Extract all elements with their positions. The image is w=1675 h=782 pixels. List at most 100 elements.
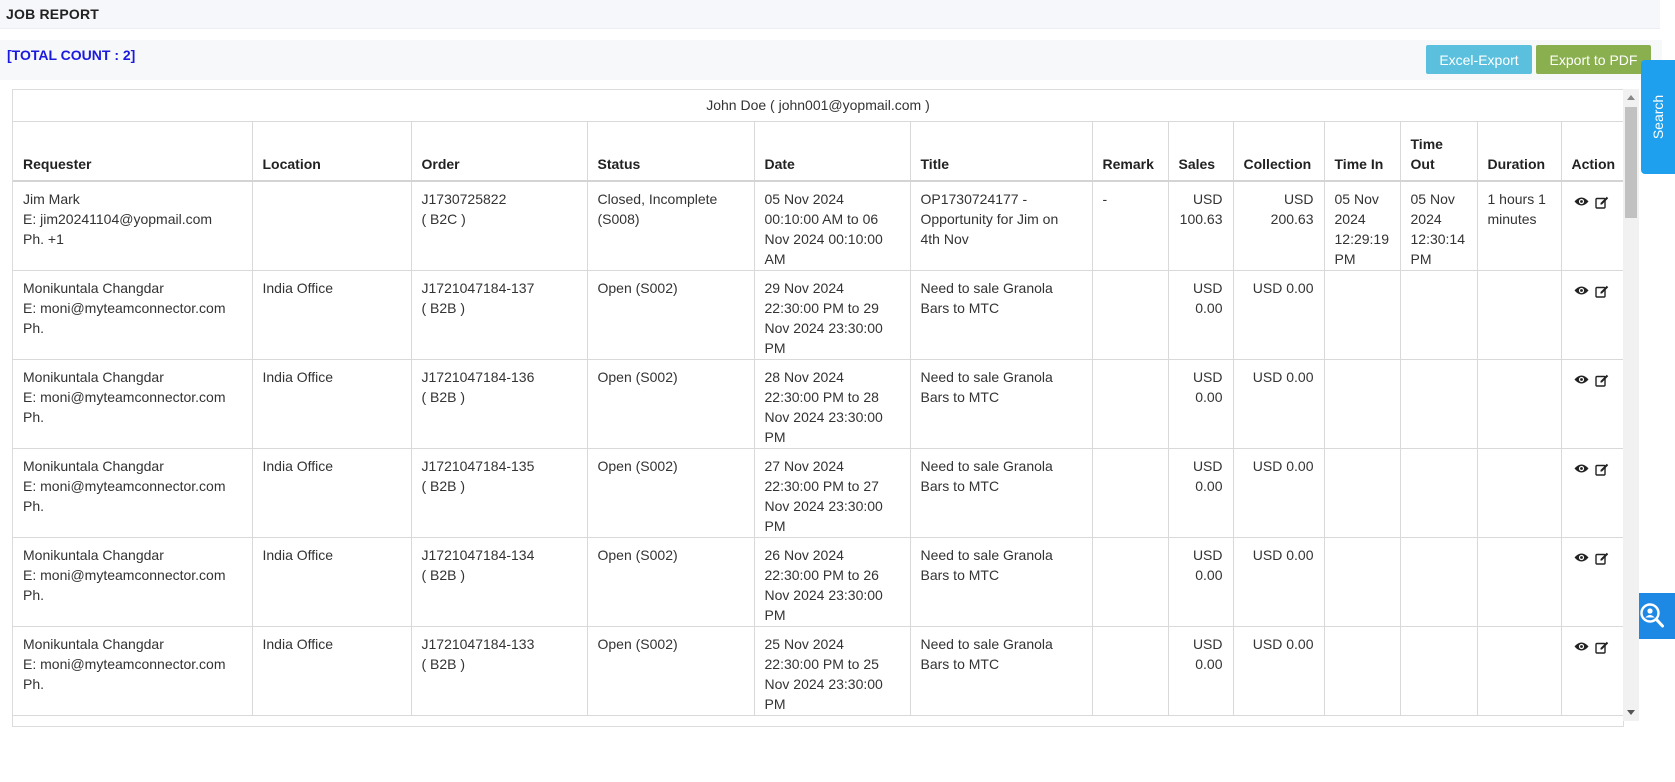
count-bar <box>0 40 1662 80</box>
collection-cell: USD 200.63 <box>1233 181 1325 271</box>
order-cell: J1730725822 ( B2C ) <box>411 181 588 271</box>
edit-icon[interactable] <box>1594 196 1609 209</box>
requester-cell: Monikuntala Changdar E: moni@myteamconne… <box>13 448 253 538</box>
time-in-cell: 05 Nov 2024 12:29:19 PM <box>1324 181 1401 271</box>
column-header[interactable]: Location <box>252 122 412 182</box>
title-cell: OP1730724177 - Opportunity for Jim on 4t… <box>910 181 1093 271</box>
duration-cell: 1 hours 1 minutes <box>1477 181 1562 271</box>
column-header[interactable]: Date <box>754 122 911 182</box>
action-cell <box>1561 626 1623 716</box>
requester-name: Monikuntala Changdar <box>23 636 164 652</box>
requester-phone: Ph. +1 <box>23 231 64 247</box>
job-report-table-container: John Doe ( john001@yopmail.com ) Request… <box>12 89 1624 727</box>
order-id: J1721047184-137 <box>421 280 535 296</box>
table-row: Monikuntala Changdar E: moni@myteamconne… <box>13 626 1623 716</box>
title-cell: Need to sale Granola Bars to MTC <box>910 537 1093 627</box>
remark-cell <box>1092 537 1169 627</box>
action-cell <box>1561 537 1623 627</box>
scroll-thumb[interactable] <box>1625 107 1637 218</box>
status-cell: Open (S002) <box>587 537 755 627</box>
date-cell: 26 Nov 2024 22:30:00 PM to 26 Nov 2024 2… <box>754 537 911 627</box>
column-header[interactable]: Collection <box>1233 122 1325 182</box>
order-type: ( B2B ) <box>421 567 466 583</box>
time-out-cell <box>1400 626 1478 716</box>
requester-cell: Jim Mark E: jim20241104@yopmail.com Ph. … <box>13 181 253 271</box>
duration-cell <box>1477 359 1562 449</box>
requester-phone: Ph. <box>23 498 45 514</box>
duration-cell <box>1477 626 1562 716</box>
status-cell: Open (S002) <box>587 270 755 360</box>
time-in-cell <box>1324 626 1401 716</box>
excel-export-button[interactable]: Excel-Export <box>1426 45 1532 74</box>
time-out-cell <box>1400 448 1478 538</box>
requester-cell: Monikuntala Changdar E: moni@myteamconne… <box>13 626 253 716</box>
duration-cell <box>1477 448 1562 538</box>
edit-icon[interactable] <box>1594 374 1609 387</box>
column-header[interactable]: Title <box>910 122 1093 182</box>
column-header[interactable]: Requester <box>13 122 253 182</box>
title-cell: Need to sale Granola Bars to MTC <box>910 359 1093 449</box>
requester-cell: Monikuntala Changdar E: moni@myteamconne… <box>13 270 253 360</box>
requester-email: E: moni@myteamconnector.com <box>23 389 226 405</box>
column-header[interactable]: Time In <box>1324 122 1401 182</box>
requester-email: E: moni@myteamconnector.com <box>23 478 226 494</box>
requester-email: E: moni@myteamconnector.com <box>23 300 226 316</box>
status-cell: Open (S002) <box>587 359 755 449</box>
edit-icon[interactable] <box>1594 285 1609 298</box>
search-side-tab[interactable]: Search <box>1641 60 1675 174</box>
scroll-up-arrow-icon[interactable] <box>1627 95 1635 100</box>
table-row: Monikuntala Changdar E: moni@myteamconne… <box>13 270 1623 360</box>
status-cell: Open (S002) <box>587 626 755 716</box>
order-id: J1721047184-136 <box>421 369 535 385</box>
collection-cell: USD 0.00 <box>1233 626 1325 716</box>
order-id: J1730725822 <box>421 191 507 207</box>
duration-cell <box>1477 270 1562 360</box>
view-eye-icon[interactable] <box>1574 374 1589 385</box>
order-cell: J1721047184-137 ( B2B ) <box>411 270 588 360</box>
order-type: ( B2B ) <box>421 656 466 672</box>
view-eye-icon[interactable] <box>1574 285 1589 296</box>
action-cell <box>1561 181 1623 271</box>
view-eye-icon[interactable] <box>1574 196 1589 207</box>
requester-cell: Monikuntala Changdar E: moni@myteamconne… <box>13 537 253 627</box>
table-header-row: Requester Location Order Status Date Tit… <box>13 122 1623 182</box>
column-header: Action <box>1561 122 1623 182</box>
scroll-down-arrow-icon[interactable] <box>1627 710 1635 715</box>
action-cell <box>1561 448 1623 538</box>
collection-cell: USD 0.00 <box>1233 270 1325 360</box>
column-header[interactable]: Time Out <box>1400 122 1478 182</box>
edit-icon[interactable] <box>1594 463 1609 476</box>
view-eye-icon[interactable] <box>1574 463 1589 474</box>
sales-cell: USD 0.00 <box>1168 359 1234 449</box>
requester-name: Monikuntala Changdar <box>23 458 164 474</box>
title-cell: Need to sale Granola Bars to MTC <box>910 270 1093 360</box>
time-out-cell <box>1400 537 1478 627</box>
time-in-cell <box>1324 270 1401 360</box>
requester-email: E: jim20241104@yopmail.com <box>23 211 213 227</box>
requester-email: E: moni@myteamconnector.com <box>23 567 226 583</box>
order-cell: J1721047184-135 ( B2B ) <box>411 448 588 538</box>
order-type: ( B2C ) <box>421 211 466 227</box>
location-cell: India Office <box>252 270 412 360</box>
view-eye-icon[interactable] <box>1574 552 1589 563</box>
order-cell: J1721047184-136 ( B2B ) <box>411 359 588 449</box>
edit-icon[interactable] <box>1594 641 1609 654</box>
column-header[interactable]: Sales <box>1168 122 1234 182</box>
column-header[interactable]: Duration <box>1477 122 1562 182</box>
column-header[interactable]: Remark <box>1092 122 1169 182</box>
export-pdf-button[interactable]: Export to PDF <box>1536 45 1651 74</box>
view-eye-icon[interactable] <box>1574 641 1589 652</box>
date-cell: 05 Nov 2024 00:10:00 AM to 06 Nov 2024 0… <box>754 181 911 271</box>
remark-cell <box>1092 270 1169 360</box>
requester-phone: Ph. <box>23 409 45 425</box>
column-header[interactable]: Status <box>587 122 755 182</box>
table-scrollbar[interactable] <box>1623 89 1639 721</box>
user-group-header: John Doe ( john001@yopmail.com ) <box>13 90 1623 122</box>
order-cell: J1721047184-133 ( B2B ) <box>411 626 588 716</box>
top-header-bar <box>0 0 1660 29</box>
edit-icon[interactable] <box>1594 552 1609 565</box>
column-header[interactable]: Order <box>411 122 588 182</box>
time-out-cell <box>1400 270 1478 360</box>
time-in-cell <box>1324 359 1401 449</box>
time-out-cell <box>1400 359 1478 449</box>
